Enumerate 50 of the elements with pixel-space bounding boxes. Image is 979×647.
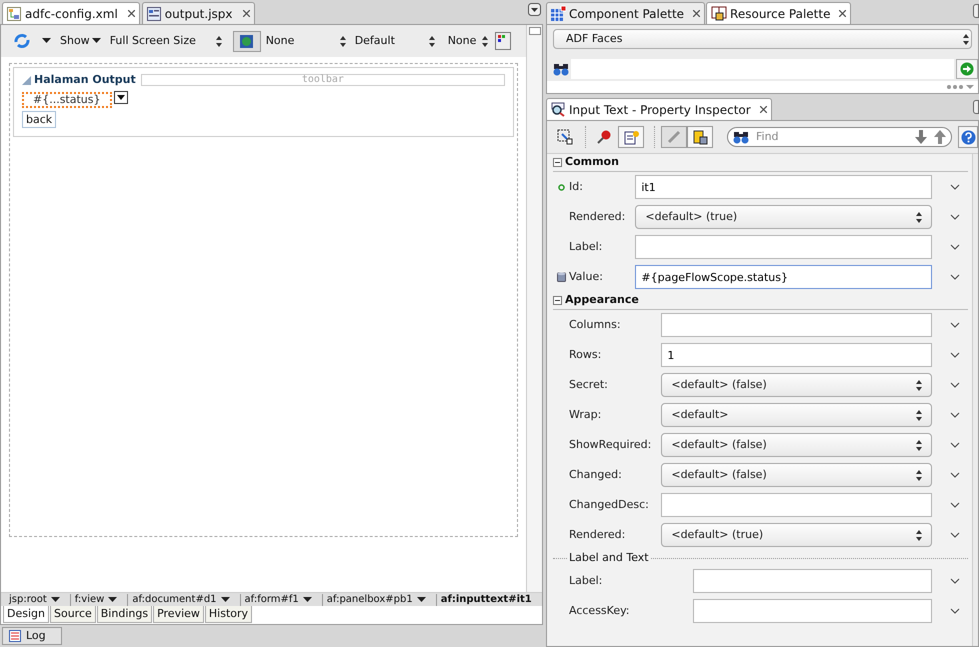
property-label: Columns: — [569, 316, 621, 333]
style-dropdown[interactable]: None — [448, 32, 488, 50]
property-dropdown[interactable]: <default> (false) — [661, 463, 932, 487]
editor-tab[interactable]: output.jspx — [142, 2, 254, 24]
view-tab[interactable]: Design — [3, 606, 49, 623]
view-tab[interactable]: History — [204, 606, 252, 623]
show-menu-button[interactable]: Show — [60, 32, 101, 50]
property-dropdown[interactable]: <default> (true) — [635, 205, 932, 229]
back-button[interactable]: back — [22, 110, 56, 128]
section-title: Common — [565, 154, 619, 170]
toolbar-facet: toolbar — [140, 74, 505, 86]
property-label: Label: — [569, 572, 602, 589]
property-label: Id: — [569, 178, 583, 195]
property-label: Rendered: — [569, 526, 626, 543]
log-button[interactable]: Log — [2, 627, 62, 645]
group-title: Label and Text — [568, 550, 650, 566]
property-label: Secret: — [569, 376, 608, 393]
property-field[interactable]: 1 — [661, 343, 932, 367]
property-label: AccessKey: — [569, 602, 630, 619]
palette-tab[interactable]: Component Palette — [546, 2, 706, 24]
panel-title: Halaman Output — [34, 72, 136, 88]
palette-tab[interactable]: Resource Palette — [706, 2, 852, 24]
property-label: Changed: — [569, 466, 622, 483]
view-tab[interactable]: Bindings — [96, 606, 152, 623]
property-dropdown[interactable]: <default> — [661, 403, 932, 427]
size-dropdown[interactable]: Full Screen Size — [110, 32, 222, 50]
find-input[interactable]: Find — [756, 128, 908, 146]
property-label: Wrap: — [569, 406, 602, 423]
style-dropdown[interactable]: Default — [354, 32, 435, 50]
editor-tab[interactable]: adfc-config.xml — [2, 2, 140, 24]
property-label: Value: — [569, 268, 603, 285]
property-label: ChangedDesc: — [569, 496, 649, 513]
library-dropdown[interactable]: ADF Faces — [553, 29, 972, 49]
view-tab[interactable]: Preview — [153, 606, 204, 623]
selected-input-text[interactable]: #{...status} — [22, 92, 112, 108]
property-dropdown[interactable]: <default> (true) — [661, 523, 932, 547]
property-field[interactable]: it1 — [635, 175, 932, 199]
inspector-tab[interactable]: Input Text - Property Inspector — [546, 98, 772, 120]
property-label: ShowRequired: — [569, 436, 652, 453]
property-field[interactable]: #{pageFlowScope.status} — [635, 265, 932, 289]
property-label: Label: — [569, 238, 602, 255]
property-label: Rendered: — [569, 208, 626, 225]
view-tab[interactable]: Source — [50, 606, 96, 623]
property-dropdown[interactable]: <default> (false) — [661, 433, 932, 457]
find-field[interactable]: Find — [727, 127, 952, 147]
skin-dropdown[interactable]: None — [266, 32, 346, 50]
property-dropdown[interactable]: <default> (false) — [661, 373, 932, 397]
section-title: Appearance — [565, 292, 639, 308]
property-label: Rows: — [569, 346, 602, 363]
inspector-title: Input Text - Property Inspector — [569, 102, 751, 118]
